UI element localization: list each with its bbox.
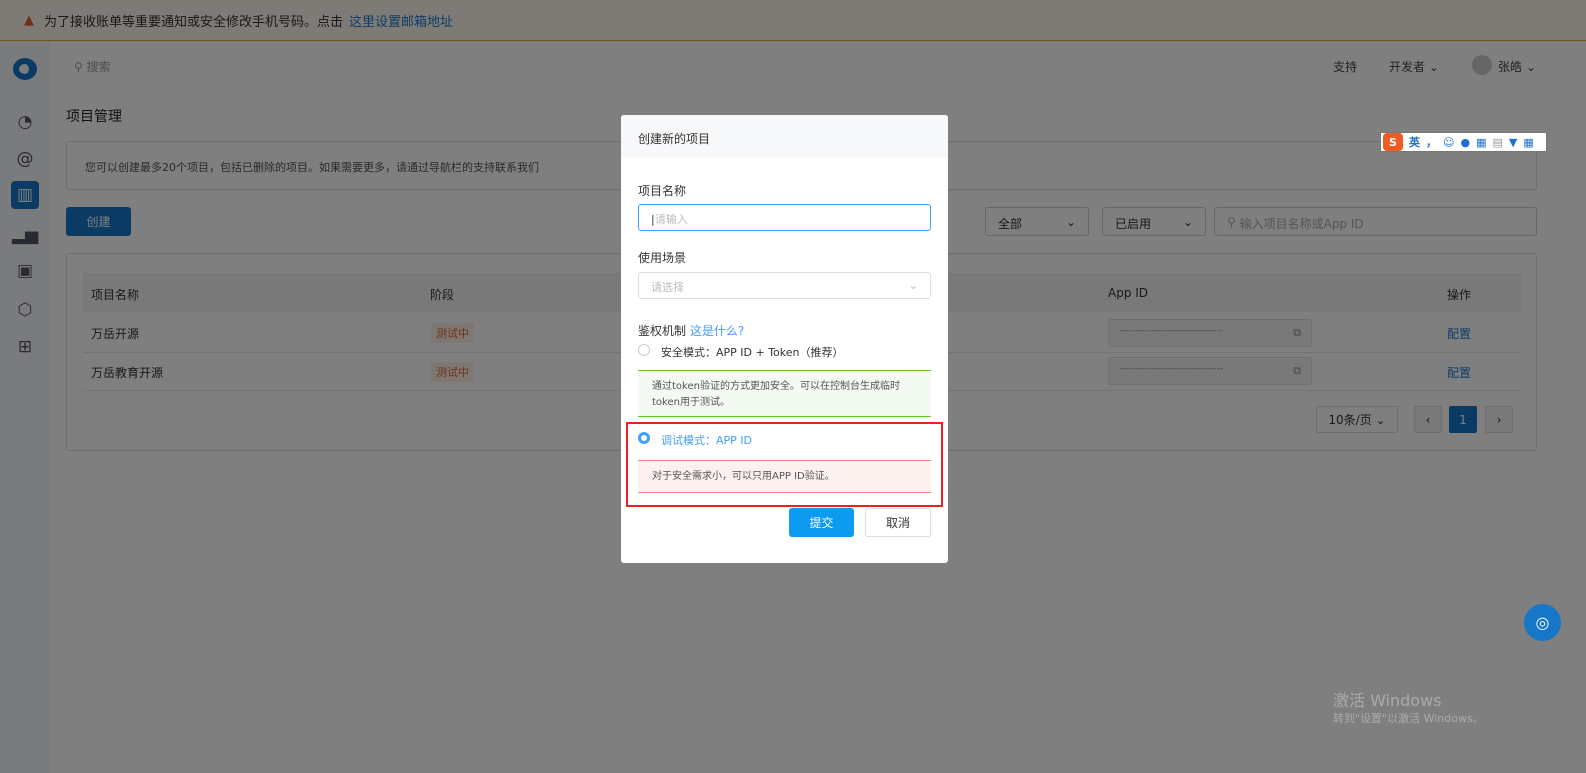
- skin-icon[interactable]: ▼: [1509, 136, 1517, 149]
- auth-help-link[interactable]: 这是什么?: [690, 324, 744, 338]
- tools-icon[interactable]: ▤: [1492, 136, 1502, 149]
- scene-select[interactable]: 请选择 ⌄: [638, 272, 931, 299]
- ime-punctuation-toggle[interactable]: ，: [1426, 134, 1437, 150]
- secure-mode-description: 通过token验证的方式更加安全。可以在控制台生成临时token用于测试。: [638, 370, 931, 417]
- scene-placeholder: 请选择: [651, 281, 684, 294]
- customer-service-icon[interactable]: ◎: [1524, 604, 1561, 641]
- scene-label: 使用场景: [638, 251, 687, 265]
- secure-mode-label[interactable]: 安全模式：APP ID + Token（推荐）: [661, 344, 844, 360]
- submit-button[interactable]: 提交: [789, 508, 854, 537]
- windows-activation-text: 转到"设置"以激活 Windows。: [1333, 712, 1484, 725]
- menu-grid-icon[interactable]: ▦: [1523, 136, 1533, 149]
- ime-language-toggle[interactable]: 英: [1409, 134, 1420, 150]
- secure-mode-radio[interactable]: [638, 344, 650, 356]
- name-label: 项目名称: [638, 184, 687, 198]
- project-name-input[interactable]: |请输入: [638, 204, 931, 231]
- cancel-button[interactable]: 取消: [865, 508, 931, 537]
- name-placeholder: 请输入: [654, 213, 688, 226]
- highlight-box: [626, 422, 943, 507]
- windows-activation-title: 激活 Windows: [1333, 691, 1442, 710]
- sogou-logo-icon[interactable]: S: [1383, 133, 1403, 151]
- auth-label: 鉴权机制: [638, 324, 687, 338]
- emoji-icon[interactable]: ☺: [1443, 136, 1454, 149]
- ime-toolbar: S 英 ， ☺ ● ▦ ▤ ▼ ▦: [1380, 132, 1547, 152]
- keyboard-icon[interactable]: ▦: [1476, 136, 1486, 149]
- microphone-icon[interactable]: ●: [1460, 136, 1470, 149]
- dialog-title: 创建新的项目: [621, 115, 948, 158]
- chevron-down-icon: ⌄: [908, 279, 918, 292]
- auth-label-row: 鉴权机制 这是什么?: [638, 322, 744, 339]
